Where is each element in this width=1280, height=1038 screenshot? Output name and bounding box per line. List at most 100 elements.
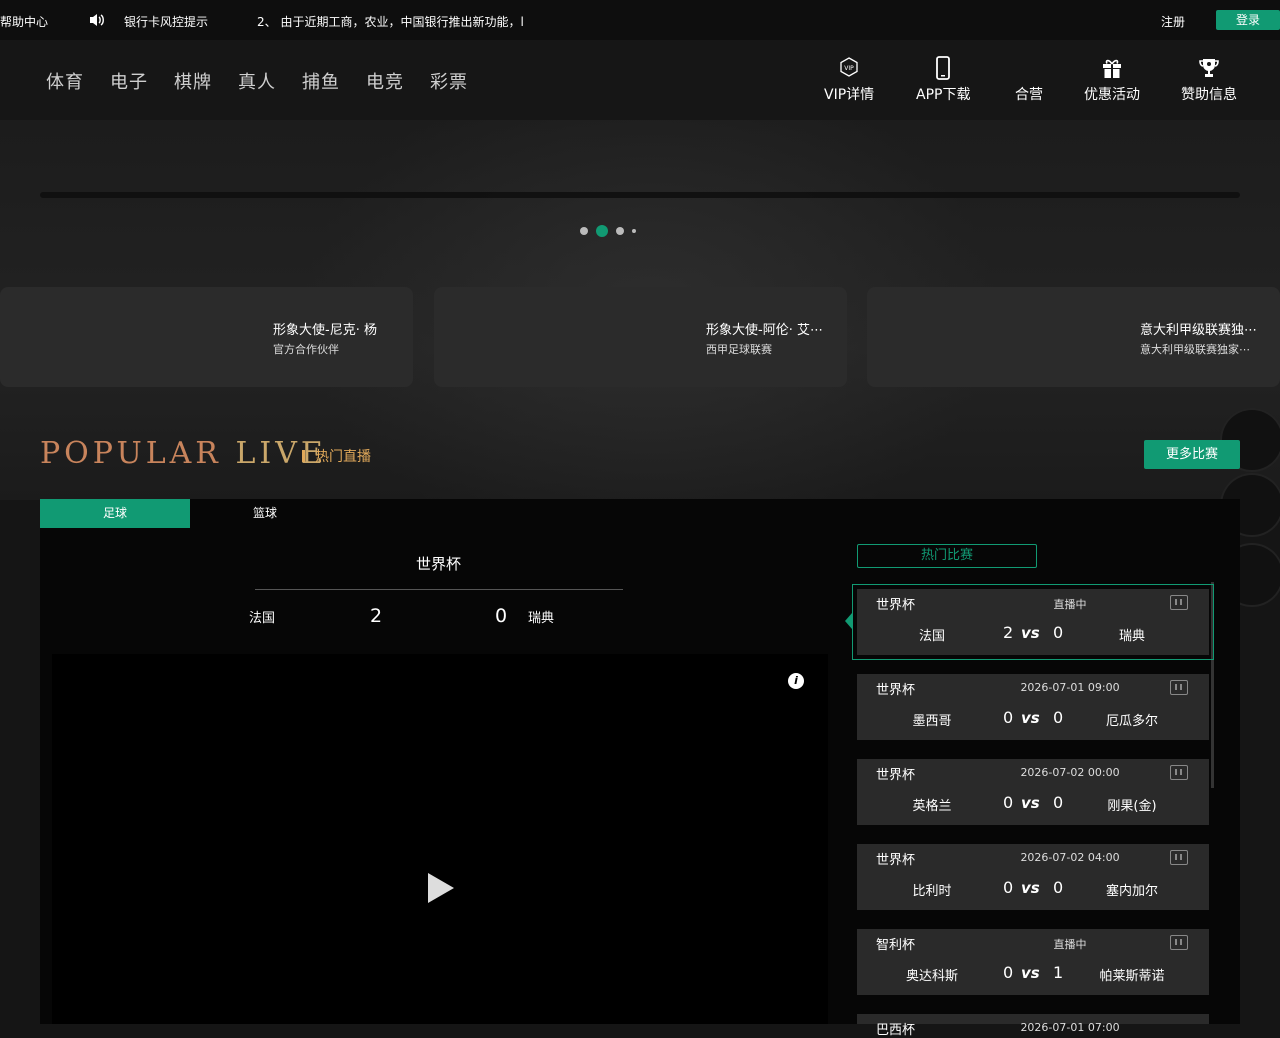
svg-text:VIP: VIP xyxy=(844,65,854,72)
speaker-icon xyxy=(90,14,104,26)
match-home-team: 奥达科斯 xyxy=(905,969,958,984)
carousel-dot-2[interactable] xyxy=(596,225,608,237)
vs-label: vs xyxy=(1021,709,1040,727)
trophy-icon xyxy=(1199,59,1219,77)
match-league: 世界杯 xyxy=(876,768,916,783)
register-link[interactable]: 注册 xyxy=(1161,13,1185,30)
handshake-icon xyxy=(1017,56,1041,80)
promotions-link[interactable]: 优惠活动 xyxy=(1084,56,1140,104)
match-league: 世界杯 xyxy=(876,853,916,868)
current-home-team: 法国 xyxy=(249,611,276,626)
ambassador-card-1[interactable]: 形象大使-尼克· 杨 官方合作伙伴 xyxy=(0,287,413,387)
gift-icon xyxy=(1103,59,1121,78)
vip-icon: VIP xyxy=(840,57,858,77)
match-status: 2026-07-02 04:00 xyxy=(1020,851,1120,864)
help-center-link[interactable]: 帮助中心 xyxy=(0,13,48,30)
tv-icon xyxy=(1170,935,1188,950)
tab-basketball[interactable]: 篮球 xyxy=(190,499,340,528)
tv-icon xyxy=(1170,680,1188,695)
nav-item-lottery[interactable]: 彩票 xyxy=(430,68,468,94)
phone-icon xyxy=(936,56,951,80)
match-list-scrollbar[interactable] xyxy=(1211,582,1214,788)
match-card[interactable]: 世界杯 2026-07-02 04:00 比利时 0 vs 0 塞内加尔 xyxy=(857,844,1209,910)
carousel-dot-1[interactable] xyxy=(580,227,588,235)
match-status: 直播中 xyxy=(1053,938,1087,951)
match-away-team: 帕莱斯蒂诺 xyxy=(1099,969,1165,984)
carousel-dot-4[interactable] xyxy=(632,229,636,233)
play-icon[interactable] xyxy=(428,873,454,903)
sponsorship-link[interactable]: 赞助信息 xyxy=(1181,56,1237,104)
vs-label: vs xyxy=(1021,879,1040,897)
login-button[interactable]: 登录 xyxy=(1216,10,1280,30)
match-home-score: 0 xyxy=(1003,963,1014,982)
match-home-score: 0 xyxy=(1003,708,1014,727)
nav-item-cards[interactable]: 棋牌 xyxy=(174,68,212,94)
main-header: 体育 电子 棋牌 真人 捕鱼 电竞 彩票 VIP VIP详情 APP下载 合营 … xyxy=(0,40,1280,120)
match-away-score: 0 xyxy=(1053,878,1064,897)
match-away-score: 0 xyxy=(1053,708,1064,727)
card-subtitle: 西甲足球联赛 xyxy=(706,343,772,356)
match-card[interactable]: 世界杯 直播中 法国 2 vs 0 瑞典 xyxy=(852,584,1214,660)
match-card[interactable]: 巴西杯 2026-07-01 07:00 xyxy=(857,1014,1209,1038)
nav-item-slots[interactable]: 电子 xyxy=(110,68,148,94)
match-home-team: 英格兰 xyxy=(912,799,952,814)
match-status: 2026-07-02 00:00 xyxy=(1020,766,1120,779)
active-match-pointer xyxy=(845,613,852,629)
app-label: APP下载 xyxy=(916,87,971,103)
info-icon[interactable]: i xyxy=(788,673,804,689)
match-league: 智利杯 xyxy=(876,938,916,953)
match-home-score: 0 xyxy=(1003,793,1014,812)
match-status: 直播中 xyxy=(1053,598,1087,611)
score-divider xyxy=(255,589,623,590)
promotions-label: 优惠活动 xyxy=(1084,87,1140,103)
card-title: 形象大使-尼克· 杨 xyxy=(273,323,377,338)
sponsorship-label: 赞助信息 xyxy=(1181,87,1237,103)
match-away-score: 0 xyxy=(1053,793,1064,812)
section-title: POPULAR LIVE xyxy=(40,436,327,471)
ambassador-card-2[interactable]: 形象大使-阿伦· 艾⋯ 西甲足球联赛 xyxy=(434,287,847,387)
section-subtitle-text: 热门直播 xyxy=(315,449,371,465)
match-away-team: 厄瓜多尔 xyxy=(1105,714,1158,729)
more-matches-button[interactable]: 更多比赛 xyxy=(1144,440,1240,469)
match-card[interactable]: 世界杯 2026-07-01 09:00 墨西哥 0 vs 0 厄瓜多尔 xyxy=(857,674,1209,740)
tv-icon xyxy=(1170,595,1188,610)
match-away-team: 瑞典 xyxy=(1118,629,1145,644)
match-card[interactable]: 世界杯 2026-07-02 00:00 英格兰 0 vs 0 刚果(金) xyxy=(857,759,1209,825)
app-download-link[interactable]: APP下载 xyxy=(916,56,970,104)
partner-label: 合营 xyxy=(1015,87,1043,103)
partner-link[interactable]: 合营 xyxy=(1015,56,1043,104)
announcement-marquee[interactable]: 2、 由于近期工商，农业，中国银行推出新功能，l xyxy=(257,13,527,30)
main-nav: 体育 电子 棋牌 真人 捕鱼 电竞 彩票 xyxy=(46,68,494,94)
top-bar: 帮助中心 银行卡风控提示 2、 由于近期工商，农业，中国银行推出新功能，l 注册… xyxy=(0,0,1280,40)
carousel-dot-3[interactable] xyxy=(616,227,624,235)
tv-icon xyxy=(1170,765,1188,780)
card-subtitle: 意大利甲级联赛独家⋯ xyxy=(1140,343,1250,356)
ambassador-card-3[interactable]: 意大利甲级联赛独⋯ 意大利甲级联赛独家⋯ xyxy=(867,287,1280,387)
vip-label: VIP详情 xyxy=(824,87,875,103)
tab-football[interactable]: 足球 xyxy=(40,499,190,528)
nav-item-esports[interactable]: 电竞 xyxy=(366,68,404,94)
card-title: 意大利甲级联赛独⋯ xyxy=(1140,323,1258,338)
match-league: 世界杯 xyxy=(876,598,916,613)
nav-item-fishing[interactable]: 捕鱼 xyxy=(302,68,340,94)
match-home-team: 法国 xyxy=(918,629,945,644)
nav-item-sports[interactable]: 体育 xyxy=(46,68,84,94)
match-league: 世界杯 xyxy=(876,683,916,698)
nav-item-live-casino[interactable]: 真人 xyxy=(238,68,276,94)
banner-divider xyxy=(40,192,1240,198)
video-player[interactable] xyxy=(52,654,828,1024)
match-card[interactable]: 智利杯 直播中 奥达科斯 0 vs 1 帕莱斯蒂诺 xyxy=(857,929,1209,995)
vip-details-link[interactable]: VIP VIP详情 xyxy=(824,56,874,104)
bank-risk-notice[interactable]: 银行卡风控提示 xyxy=(124,13,208,30)
current-home-score: 2 xyxy=(370,605,383,627)
accent-bar xyxy=(302,450,305,462)
match-away-score: 0 xyxy=(1053,623,1064,642)
hot-matches-label: 热门比赛 xyxy=(857,544,1037,568)
match-home-score: 0 xyxy=(1003,878,1014,897)
match-away-team: 刚果(金) xyxy=(1107,799,1157,814)
carousel-dots xyxy=(580,225,636,237)
section-subtitle: 热门直播 xyxy=(302,446,371,466)
section-title-popular: POPULAR xyxy=(40,436,222,471)
card-title: 形象大使-阿伦· 艾⋯ xyxy=(706,323,823,338)
tv-icon xyxy=(1170,850,1188,865)
